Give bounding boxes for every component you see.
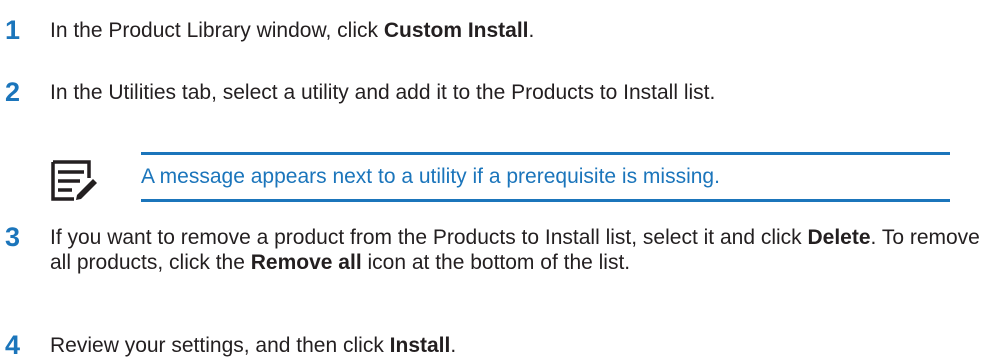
note-bottom-rule — [141, 199, 950, 202]
step-text: Review your settings, and then click Ins… — [50, 334, 457, 357]
note-top-rule — [141, 152, 950, 155]
note-callout: A message appears next to a utility if a… — [50, 152, 950, 202]
remove-all-label: Remove all — [250, 251, 362, 274]
step-number: 3 — [5, 222, 21, 252]
custom-install-label: Custom Install — [383, 19, 529, 42]
step-number: 2 — [5, 77, 21, 107]
step-text: In the Utilities tab, select a utility a… — [50, 81, 716, 104]
step-number: 1 — [5, 15, 21, 45]
delete-label: Delete — [807, 226, 871, 249]
note-text: A message appears next to a utility if a… — [141, 165, 720, 188]
step-number: 4 — [5, 330, 21, 360]
note-pencil-icon — [51, 160, 97, 201]
install-label: Install — [389, 334, 451, 357]
step-text: In the Product Library window, click Cus… — [50, 19, 535, 42]
step-text: If you want to remove a product from the… — [50, 226, 980, 274]
